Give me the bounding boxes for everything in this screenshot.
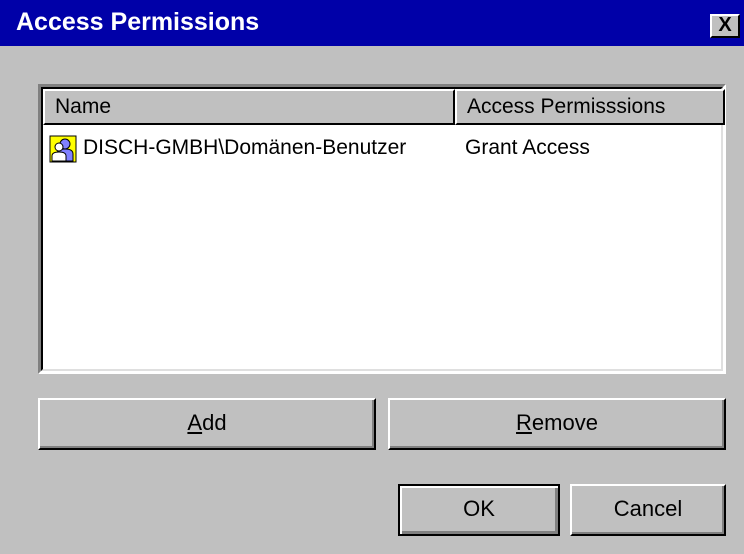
add-button[interactable]: Add <box>38 398 376 450</box>
column-header-name[interactable]: Name <box>43 89 455 125</box>
remove-button[interactable]: Remove <box>388 398 726 450</box>
add-mnemonic: A <box>187 410 203 435</box>
list-item-name: DISCH-GMBH\Domänen-Benutzer <box>83 136 407 159</box>
list-item[interactable]: DISCH-GMBH\Domänen-Benutzer Grant Access <box>43 133 723 163</box>
user-group-icon <box>49 135 77 163</box>
close-button[interactable]: X <box>710 14 740 38</box>
dialog-body: Name Access Permisssions DISCH-GMBH\Domä… <box>0 46 744 554</box>
window-title: Access Permissions <box>16 8 260 36</box>
permissions-list-frame: Name Access Permisssions DISCH-GMBH\Domä… <box>41 87 725 371</box>
permissions-list[interactable]: Name Access Permisssions DISCH-GMBH\Domä… <box>38 84 726 374</box>
title-bar[interactable]: Access Permissions X <box>0 0 744 46</box>
remove-mnemonic: R <box>516 410 532 435</box>
ok-button[interactable]: OK <box>398 484 560 536</box>
add-label: dd <box>202 410 227 435</box>
remove-label: emove <box>531 410 598 435</box>
list-item-permission: Grant Access <box>465 136 590 159</box>
cancel-button[interactable]: Cancel <box>570 484 726 536</box>
close-icon: X <box>718 14 732 36</box>
column-header-access-permissions[interactable]: Access Permisssions <box>455 89 725 125</box>
